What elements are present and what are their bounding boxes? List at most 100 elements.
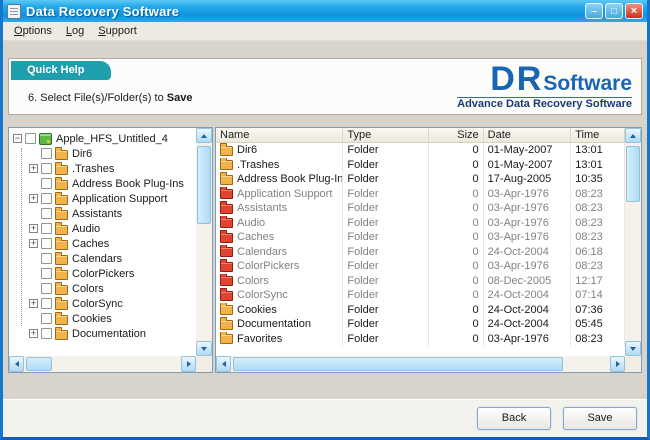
folder-icon [220, 305, 233, 315]
table-row[interactable]: Caches Folder 0 03-Apr-1976 08:23 [216, 230, 625, 245]
scrollbar-thumb[interactable] [233, 357, 563, 371]
scroll-down-arrow[interactable] [625, 341, 641, 356]
checkbox[interactable] [41, 313, 52, 324]
file-name: Dir6 [237, 144, 257, 156]
back-button[interactable]: Back [477, 407, 551, 430]
checkbox[interactable] [41, 268, 52, 279]
scrollbar-thumb[interactable] [626, 146, 640, 202]
table-row[interactable]: Audio Folder 0 03-Apr-1976 08:23 [216, 216, 625, 231]
checkbox[interactable] [41, 238, 52, 249]
table-row[interactable]: Cookies Folder 0 24-Oct-2004 07:36 [216, 303, 625, 318]
checkbox[interactable] [41, 178, 52, 189]
menu-item-support[interactable]: Support [91, 23, 144, 39]
tree-item-caches[interactable]: + Caches [13, 236, 196, 251]
table-row[interactable]: ColorPickers Folder 0 03-Apr-1976 08:23 [216, 259, 625, 274]
expand-icon[interactable]: + [29, 299, 38, 308]
collapse-icon[interactable]: − [13, 134, 22, 143]
file-name: Colors [237, 275, 269, 287]
scrollbar-thumb[interactable] [197, 146, 211, 224]
folder-tree-panel: − Apple_HFS_Untitled_4 Dir6 + .Trashes A… [8, 127, 213, 373]
file-type: Folder [343, 288, 429, 303]
tree-item-cookies[interactable]: Cookies [13, 311, 196, 326]
tree-item-label: Audio [72, 223, 100, 235]
folder-icon [55, 315, 68, 325]
column-header-time[interactable]: Time [571, 128, 625, 142]
table-row[interactable]: Favorites Folder 0 03-Apr-1976 08:23 [216, 332, 625, 347]
file-date: 01-May-2007 [484, 143, 572, 158]
tree-item-dir6[interactable]: Dir6 [13, 146, 196, 161]
checkbox[interactable] [41, 328, 52, 339]
file-time: 07:36 [571, 303, 625, 318]
file-name: Application Support [237, 188, 332, 200]
column-header-size[interactable]: Size [429, 128, 484, 142]
save-button[interactable]: Save [563, 407, 637, 430]
checkbox[interactable] [41, 223, 52, 234]
tree-item--trashes[interactable]: + .Trashes [13, 161, 196, 176]
tree-vertical-scrollbar[interactable] [196, 128, 212, 356]
scroll-right-arrow[interactable] [181, 356, 196, 372]
checkbox[interactable] [41, 163, 52, 174]
checkbox[interactable] [41, 253, 52, 264]
tree-item-calendars[interactable]: Calendars [13, 251, 196, 266]
tree-item-address-book-plug-ins[interactable]: Address Book Plug-Ins [13, 176, 196, 191]
column-header-date[interactable]: Date [484, 128, 572, 142]
checkbox[interactable] [41, 193, 52, 204]
menu-item-options[interactable]: Options [7, 23, 59, 39]
scroll-down-arrow[interactable] [196, 341, 212, 356]
tree-item-assistants[interactable]: Assistants [13, 206, 196, 221]
scrollbar-corner [625, 356, 641, 372]
table-row[interactable]: Address Book Plug-Ins Folder 0 17-Aug-20… [216, 172, 625, 187]
tree-item-colors[interactable]: Colors [13, 281, 196, 296]
checkbox[interactable] [41, 148, 52, 159]
tree-item-documentation[interactable]: + Documentation [13, 326, 196, 341]
minimize-button[interactable]: – [585, 3, 603, 19]
file-type: Folder [343, 245, 429, 260]
tree-item-label: Colors [72, 283, 104, 295]
scroll-up-arrow[interactable] [625, 128, 641, 143]
scrollbar-thumb[interactable] [26, 357, 52, 371]
scroll-left-arrow[interactable] [216, 356, 231, 372]
table-horizontal-scrollbar[interactable] [216, 356, 625, 372]
close-button[interactable]: × [625, 3, 643, 19]
scroll-left-arrow[interactable] [9, 356, 24, 372]
tree-horizontal-scrollbar[interactable] [9, 356, 196, 372]
file-type: Folder [343, 303, 429, 318]
checkbox[interactable] [41, 283, 52, 294]
table-row[interactable]: .Trashes Folder 0 01-May-2007 13:01 [216, 158, 625, 173]
table-row[interactable]: ColorSync Folder 0 24-Oct-2004 07:14 [216, 288, 625, 303]
folder-icon [220, 291, 233, 301]
tree-item-audio[interactable]: + Audio [13, 221, 196, 236]
expand-icon[interactable]: + [29, 164, 38, 173]
tree-item-application-support[interactable]: + Application Support [13, 191, 196, 206]
table-vertical-scrollbar[interactable] [625, 128, 641, 356]
tree-item-colorsync[interactable]: + ColorSync [13, 296, 196, 311]
expand-icon[interactable]: + [29, 194, 38, 203]
maximize-button[interactable]: □ [605, 3, 623, 19]
table-row[interactable]: Documentation Folder 0 24-Oct-2004 05:45 [216, 317, 625, 332]
expand-icon[interactable]: + [29, 224, 38, 233]
folder-icon [220, 204, 233, 214]
table-row[interactable]: Dir6 Folder 0 01-May-2007 13:01 [216, 143, 625, 158]
checkbox[interactable] [41, 298, 52, 309]
checkbox[interactable] [41, 208, 52, 219]
tree-item-label: ColorPickers [72, 268, 134, 280]
column-header-type[interactable]: Type [343, 128, 429, 142]
table-row[interactable]: Colors Folder 0 08-Dec-2005 12:17 [216, 274, 625, 289]
table-row[interactable]: Assistants Folder 0 03-Apr-1976 08:23 [216, 201, 625, 216]
table-row[interactable]: Application Support Folder 0 03-Apr-1976… [216, 187, 625, 202]
tree-root-item[interactable]: − Apple_HFS_Untitled_4 [13, 131, 196, 146]
checkbox[interactable] [25, 133, 36, 144]
expand-icon[interactable]: + [29, 239, 38, 248]
file-type: Folder [343, 332, 429, 347]
tree-item-label: Assistants [72, 208, 122, 220]
file-size: 0 [429, 274, 484, 289]
table-row[interactable]: Calendars Folder 0 24-Oct-2004 06:18 [216, 245, 625, 260]
column-header-name[interactable]: Name [216, 128, 343, 142]
expand-icon[interactable]: + [29, 329, 38, 338]
scroll-up-arrow[interactable] [196, 128, 212, 143]
tree-item-colorpickers[interactable]: ColorPickers [13, 266, 196, 281]
tree-item-label: Cookies [72, 313, 112, 325]
file-time: 08:23 [571, 201, 625, 216]
menu-item-log[interactable]: Log [59, 23, 91, 39]
scroll-right-arrow[interactable] [610, 356, 625, 372]
